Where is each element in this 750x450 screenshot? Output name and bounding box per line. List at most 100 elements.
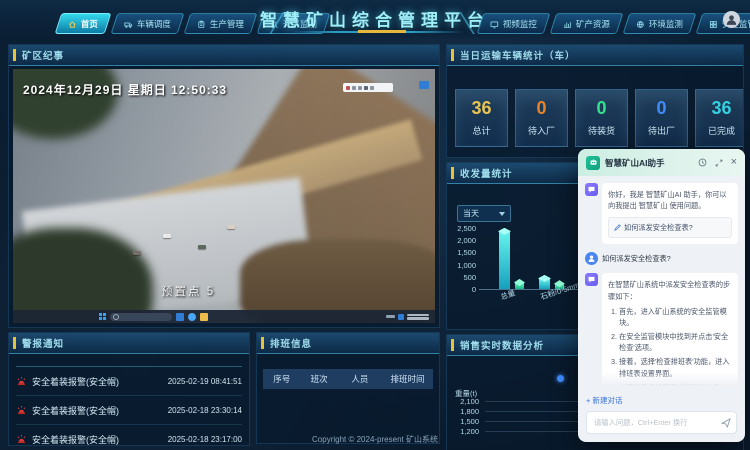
ai-panel-footer: + 新建对话	[578, 386, 745, 442]
video-timestamp: 2024年12月29日 星期日 12:50:33	[23, 81, 227, 98]
camera-control-toolbar	[343, 83, 393, 92]
panel-header: 警报通知	[9, 333, 249, 354]
close-icon[interactable]: ×	[731, 157, 737, 168]
bar-series-2	[515, 283, 524, 289]
date-range-dropdown[interactable]: 当天	[457, 205, 511, 222]
truck	[163, 234, 171, 238]
panel-alarm-notifications: 警报通知 安全着装报警(安全帽) 2025-02-19 08:41:51 安全着…	[8, 332, 250, 446]
alarm-list-item[interactable]: 安全着装报警(安全帽) 2025-02-18 23:30:14	[16, 396, 242, 425]
toolbar-glyph	[358, 86, 362, 90]
truck	[198, 245, 206, 249]
nav-tab[interactable]: 视频监控	[477, 13, 551, 34]
header-decor	[358, 30, 406, 33]
chevron-down-icon	[499, 212, 505, 216]
ai-answer-step: 在安全监管模块中找到并点击'安全检查'选项。	[619, 331, 732, 353]
ai-panel-header: 智慧矿山AI助手 ×	[578, 149, 745, 176]
toolbar-glyph	[364, 86, 368, 90]
table-column-header: 班次	[300, 373, 337, 385]
truck	[133, 251, 141, 255]
bot-avatar-icon	[585, 183, 598, 196]
table-column-header: 人员	[338, 373, 382, 385]
stat-row: 36 总计 0 待入厂 0 待装货 0 待出厂 36 已完成	[455, 89, 744, 147]
panel-title: 当日运输车辆统计（车）	[460, 48, 576, 62]
stat-value: 36	[471, 99, 491, 117]
panel-header: 矿区纪事	[9, 45, 439, 66]
user-message: 如何派发安全检查表?	[585, 252, 738, 265]
alarm-list-item[interactable]: 安全着装报警(安全帽) 2025-02-19 08:41:51	[16, 367, 242, 396]
nav-right: 视频监控 矿产资源 环境监测 安全监管	[480, 13, 750, 34]
stat-label: 待装货	[588, 124, 615, 137]
nav-tab-label: 视频监控	[503, 18, 537, 30]
truck	[227, 225, 235, 229]
new-chat-button[interactable]: + 新建对话	[586, 395, 622, 406]
ai-answer-step: 接着，选择'检查排班表'功能，进入排班表设置界面。	[619, 356, 732, 378]
bot-avatar-icon	[585, 273, 598, 286]
ai-question-input[interactable]	[592, 417, 721, 428]
y-axis-tick: 1,500	[449, 248, 476, 257]
nav-tab[interactable]: 环境监测	[623, 13, 697, 34]
toolbar-glyph	[370, 86, 374, 90]
taskbar-tray	[386, 314, 429, 320]
header-accent	[13, 49, 16, 61]
panel-header: 当日运输车辆统计（车）	[447, 45, 743, 66]
stat-box: 0 待装货	[575, 89, 628, 147]
toolbar-glyph	[346, 86, 350, 90]
ai-panel-title: 智慧矿山AI助手	[605, 157, 698, 169]
folder-icon	[200, 313, 208, 321]
bot-bubble: 在智慧矿山系统中派发安全检查表的步骤如下： 首先，进入矿山系统的安全监管模块。在…	[602, 273, 738, 386]
table-column-header: 序号	[263, 373, 300, 385]
stat-box: 36 总计	[455, 89, 508, 147]
y-axis-tick: 0	[449, 285, 476, 294]
taskbar-search	[110, 313, 172, 321]
panel-title: 销售实时数据分析	[460, 338, 544, 352]
camera-preset-label: 预置点 5	[161, 283, 215, 299]
user-avatar[interactable]	[723, 11, 740, 28]
dropdown-value: 当天	[463, 208, 479, 219]
bar-chart-icon	[563, 19, 572, 28]
stat-label: 待入厂	[528, 124, 555, 137]
suggested-question-text: 如何派发安全检查表?	[624, 222, 693, 233]
taskbar-left	[99, 313, 208, 321]
header-accent	[13, 337, 16, 349]
header-accent	[451, 339, 454, 351]
bot-message: 你好，我是 智慧矿山AI 助手，你可以向我提出 智慧矿山 使用问题。 如何派发安…	[585, 183, 738, 244]
stat-box: 0 待入厂	[515, 89, 568, 147]
stat-box: 36 已完成	[695, 89, 744, 147]
globe-icon	[636, 19, 645, 28]
panel-title: 收发量统计	[460, 166, 513, 180]
alarm-text: 安全着装报警(安全帽)	[32, 375, 168, 388]
send-icon[interactable]	[721, 418, 731, 428]
video-overlay-badge	[419, 81, 429, 89]
legend-marker	[557, 375, 564, 382]
y-axis-tick: 500	[449, 273, 476, 282]
panel-shift-schedule: 排班信息 序号班次人员排班时间	[256, 332, 440, 444]
alarm-text: 安全着装报警(安全帽)	[32, 404, 168, 417]
ai-chat-body: 你好，我是 智慧矿山AI 助手，你可以向我提出 智慧矿山 使用问题。 如何派发安…	[578, 176, 745, 386]
panel-title: 矿区纪事	[22, 48, 64, 62]
stat-box: 0 待出厂	[635, 89, 688, 147]
bar-series-1	[539, 279, 550, 289]
bot-message: 在智慧矿山系统中派发安全检查表的步骤如下： 首先，进入矿山系统的安全监管模块。在…	[585, 273, 738, 386]
expand-icon[interactable]	[715, 159, 723, 167]
header-accent	[261, 337, 264, 349]
y-axis-tick: 1,500	[449, 417, 479, 426]
history-icon[interactable]	[698, 158, 707, 167]
ai-input-row	[586, 411, 737, 434]
siren-icon	[16, 376, 27, 387]
ai-answer-intro: 在智慧矿山系统中派发安全检查表的步骤如下：	[608, 280, 730, 300]
user-avatar-icon	[585, 252, 598, 265]
header-accent	[451, 49, 454, 61]
suggested-question-chip[interactable]: 如何派发安全检查表?	[608, 217, 732, 238]
stat-label: 已完成	[708, 124, 735, 137]
stat-value: 0	[596, 99, 606, 117]
person-icon	[725, 13, 738, 26]
x-axis-label: 总量	[499, 287, 517, 302]
header-accent	[451, 167, 454, 179]
stat-label: 总计	[472, 124, 490, 137]
dashboard: 首页 车辆调度 生产管理 开采监测 智慧矿山综合管理平台 视频监控 矿产资源 环…	[0, 0, 750, 450]
nav-tab[interactable]: 矿产资源	[550, 13, 624, 34]
bot-bubble: 你好，我是 智慧矿山AI 助手，你可以向我提出 智慧矿山 使用问题。 如何派发安…	[602, 183, 738, 244]
y-axis-tick: 2,000	[449, 236, 476, 245]
stat-value: 0	[536, 99, 546, 117]
monitor-icon	[490, 19, 499, 28]
